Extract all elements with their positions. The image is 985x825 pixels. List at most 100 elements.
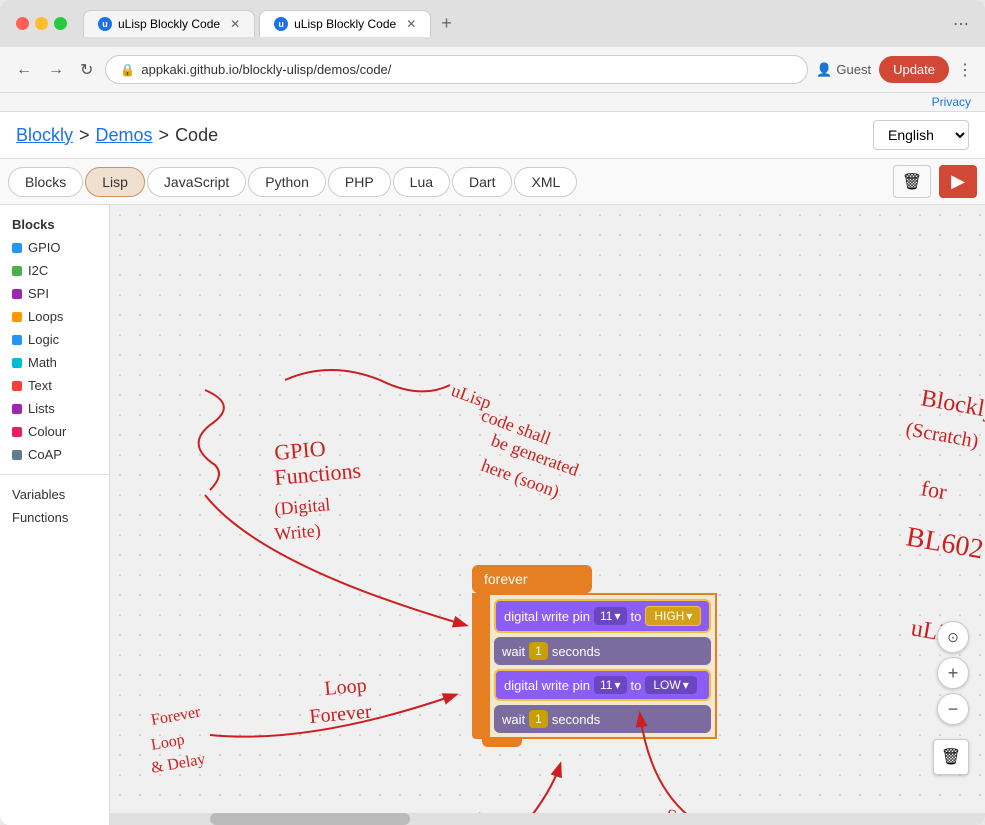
svg-text:Loop: Loop — [324, 674, 368, 700]
browser-tab-2[interactable]: u uLisp Blockly Code ✕ — [259, 10, 431, 37]
dw2-pin-dropdown[interactable]: 11 ▾ — [594, 676, 627, 694]
logic-color — [12, 335, 22, 345]
tab-xml[interactable]: XML — [514, 167, 577, 197]
loops-color — [12, 312, 22, 322]
trash-can[interactable]: 🗑 — [933, 739, 969, 775]
profile-icon: 👤 — [816, 62, 832, 78]
breadcrumb: Blockly > Demos > Code — [16, 125, 218, 146]
browser-tab-1[interactable]: u uLisp Blockly Code ✕ — [83, 10, 255, 37]
trash-icon: 🗑 — [941, 747, 961, 767]
back-button[interactable]: ← — [12, 57, 36, 83]
dw1-pin-arrow: ▾ — [614, 609, 620, 623]
maximize-traffic-light[interactable] — [54, 17, 67, 30]
forward-button[interactable]: → — [44, 57, 68, 83]
lock-icon: 🔒 — [120, 63, 135, 77]
wait2-num[interactable]: 1 — [529, 710, 548, 728]
wait2-seconds: seconds — [552, 712, 600, 727]
wait1-block[interactable]: wait 1 seconds — [494, 637, 711, 665]
tab-javascript[interactable]: JavaScript — [147, 167, 246, 197]
sidebar-item-text[interactable]: Text — [0, 374, 109, 397]
wait2-block[interactable]: wait 1 seconds — [494, 705, 711, 733]
dw1-value-arrow: ▾ — [686, 609, 692, 623]
i2c-color — [12, 266, 22, 276]
svg-text:here (soon): here (soon) — [478, 455, 562, 503]
dw1-pin-dropdown[interactable]: 11 ▾ — [594, 607, 627, 625]
text-label: Text — [28, 378, 52, 393]
sidebar-item-coap[interactable]: CoAP — [0, 443, 109, 466]
zoom-reset-button[interactable]: ⊙ — [937, 621, 969, 653]
address-bar[interactable]: 🔒 appkaki.github.io/blockly-ulisp/demos/… — [105, 55, 808, 84]
sidebar-item-lists[interactable]: Lists — [0, 397, 109, 420]
svg-text:(Scratch): (Scratch) — [904, 418, 980, 452]
minimize-traffic-light[interactable] — [35, 17, 48, 30]
digital-write-low-block[interactable]: digital write pin 11 ▾ to LOW ▾ — [494, 669, 711, 701]
sidebar-item-loops[interactable]: Loops — [0, 305, 109, 328]
zoom-out-icon: − — [948, 699, 959, 720]
dw2-value-dropdown[interactable]: LOW ▾ — [645, 676, 696, 694]
tab-lisp[interactable]: Lisp — [85, 167, 145, 197]
guest-button[interactable]: 👤 Guest — [816, 62, 871, 78]
svg-text:GPIO: GPIO — [273, 436, 326, 465]
tab-blocks[interactable]: Blocks — [8, 167, 83, 197]
new-tab-button[interactable]: + — [435, 13, 458, 34]
forever-footer — [482, 739, 522, 747]
sidebar-item-gpio[interactable]: GPIO — [0, 236, 109, 259]
title-bar: u uLisp Blockly Code ✕ u uLisp Blockly C… — [0, 0, 985, 47]
guest-label: Guest — [836, 62, 871, 77]
update-button[interactable]: Update — [879, 56, 949, 83]
sidebar-item-math[interactable]: Math — [0, 351, 109, 374]
colour-label: Colour — [28, 424, 66, 439]
run-button[interactable]: ▶ — [939, 165, 977, 198]
tab-close-2[interactable]: ✕ — [406, 17, 416, 31]
privacy-link[interactable]: Privacy — [932, 95, 971, 109]
wait1-num[interactable]: 1 — [529, 642, 548, 660]
sidebar-item-i2c[interactable]: I2C — [0, 259, 109, 282]
app-content: Blockly > Demos > Code English Deutsch F… — [0, 112, 985, 825]
sidebar: Blocks GPIO I2C SPI Loops — [0, 205, 110, 825]
blockly-header: Blockly > Demos > Code English Deutsch F… — [0, 112, 985, 159]
breadcrumb-demos[interactable]: Demos — [96, 125, 153, 146]
blockly-canvas[interactable]: forever digital write pin 11 — [110, 205, 985, 825]
zoom-reset-icon: ⊙ — [947, 629, 959, 646]
tab-lua[interactable]: Lua — [393, 167, 450, 197]
svg-text:Write): Write) — [274, 520, 322, 545]
sidebar-item-spi[interactable]: SPI — [0, 282, 109, 305]
sidebar-divider — [0, 474, 109, 475]
tab-close-1[interactable]: ✕ — [230, 17, 240, 31]
coap-label: CoAP — [28, 447, 62, 462]
svg-text:Forever: Forever — [309, 701, 373, 728]
close-traffic-light[interactable] — [16, 17, 29, 30]
sidebar-item-logic[interactable]: Logic — [0, 328, 109, 351]
i2c-label: I2C — [28, 263, 48, 278]
sidebar-item-variables[interactable]: Variables — [0, 483, 109, 506]
reload-button[interactable]: ↻ — [76, 56, 97, 84]
forever-block[interactable]: forever digital write pin 11 — [472, 565, 717, 747]
tab-php[interactable]: PHP — [328, 167, 391, 197]
language-select[interactable]: English Deutsch Français Español — [873, 120, 969, 150]
logic-label: Logic — [28, 332, 59, 347]
extensions-button[interactable]: ⋯ — [953, 14, 969, 34]
zoom-in-button[interactable]: + — [937, 657, 969, 689]
gpio-color — [12, 243, 22, 253]
privacy-bar: Privacy — [0, 93, 985, 112]
lists-label: Lists — [28, 401, 55, 416]
tab-dart[interactable]: Dart — [452, 167, 512, 197]
sidebar-item-colour[interactable]: Colour — [0, 420, 109, 443]
tab-actions: 🗑 ▶ — [893, 165, 977, 198]
app-tabs: Blocks Lisp JavaScript Python PHP Lua Da… — [0, 159, 985, 205]
digital-write-high-block[interactable]: digital write pin 11 ▾ to HIGH ▾ — [494, 599, 711, 633]
dw2-value: LOW — [653, 678, 680, 692]
horizontal-scrollbar[interactable] — [110, 813, 985, 825]
dw1-value-dropdown[interactable]: HIGH ▾ — [645, 606, 701, 626]
more-button[interactable]: ⋮ — [957, 60, 973, 80]
svg-text:for: for — [919, 475, 949, 504]
zoom-in-icon: + — [948, 663, 959, 684]
tab-python[interactable]: Python — [248, 167, 326, 197]
lists-color — [12, 404, 22, 414]
dw2-pin-value: 11 — [600, 678, 612, 692]
zoom-out-button[interactable]: − — [937, 693, 969, 725]
delete-button[interactable]: 🗑 — [893, 165, 931, 198]
sidebar-item-functions[interactable]: Functions — [0, 506, 109, 529]
breadcrumb-blockly[interactable]: Blockly — [16, 125, 73, 146]
scrollbar-thumb[interactable] — [210, 813, 410, 825]
